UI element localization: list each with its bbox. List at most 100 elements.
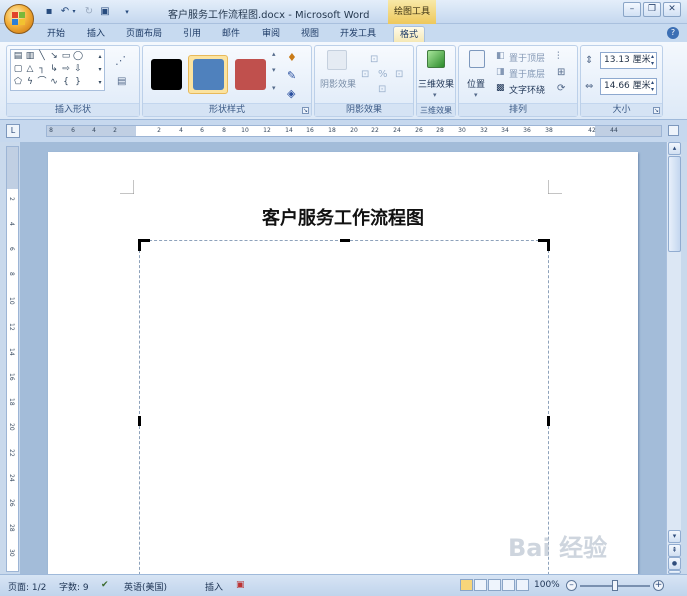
shadow-toggle-icon[interactable]: % — [378, 69, 388, 80]
brace-right-shape-icon[interactable]: } — [73, 78, 83, 87]
previous-page-icon[interactable]: ⇞ — [668, 544, 681, 557]
nudge-up-icon[interactable]: ⊡ — [370, 54, 378, 65]
position-button[interactable]: 位置 — [467, 77, 485, 90]
bring-to-front-icon[interactable]: ◧ — [496, 51, 505, 61]
tab-home[interactable]: 开始 — [47, 26, 65, 42]
send-to-back-button[interactable]: 置于底层 — [509, 67, 545, 80]
view-ruler-icon[interactable] — [668, 125, 679, 136]
width-input[interactable]: 14.66 厘米 ▴ ▾ — [600, 78, 657, 95]
tab-view[interactable]: 视图 — [301, 26, 319, 42]
3d-dropdown-icon[interactable]: ▾ — [433, 91, 437, 99]
drawing-canvas[interactable] — [138, 239, 550, 574]
horizontal-ruler[interactable]: 8 6 4 2 2 4 6 8 10 12 14 16 18 20 22 24 … — [46, 125, 662, 137]
shape-styles-launcher-icon[interactable]: ↘ — [302, 107, 309, 114]
style-gallery-down-icon[interactable]: ▾ — [272, 66, 276, 74]
shadow-effects-button[interactable]: 阴影效果 — [320, 77, 356, 90]
status-insert-mode[interactable]: 插入 — [205, 580, 223, 593]
save-icon[interactable]: ▪ — [42, 5, 56, 19]
style-swatch-black[interactable] — [151, 59, 182, 90]
status-page[interactable]: 页面: 1/2 — [8, 580, 46, 593]
text-wrapping-button[interactable]: 文字环绕 — [509, 83, 545, 96]
macro-record-icon[interactable]: ▣ — [236, 580, 245, 590]
zoom-slider-thumb[interactable] — [612, 580, 618, 591]
style-gallery-more-icon[interactable]: ▾ — [272, 84, 276, 92]
curve-shape-icon[interactable]: ⌒ — [37, 78, 47, 87]
zoom-out-icon[interactable]: – — [566, 580, 577, 591]
outline-view-icon[interactable] — [502, 579, 515, 591]
redo-icon[interactable]: ↻ — [82, 5, 96, 19]
undo-dropdown-icon[interactable]: ▾ — [70, 5, 78, 19]
gallery-more-icon[interactable]: ▾ — [95, 78, 105, 87]
style-swatch-red[interactable] — [235, 59, 266, 90]
fill-color-icon[interactable]: ♦ — [287, 51, 297, 64]
canvas-handle-right[interactable] — [547, 416, 550, 426]
nudge-down-icon[interactable]: ⊡ — [378, 84, 386, 95]
status-language[interactable]: 英语(美国) — [124, 580, 167, 593]
canvas-handle-left[interactable] — [138, 416, 141, 426]
document-heading[interactable]: 客户服务工作流程图 — [48, 204, 638, 230]
elbow-arrow-shape-icon[interactable]: ↳ — [49, 65, 59, 74]
pentagon-shape-icon[interactable]: ⬠ — [13, 78, 23, 87]
scroll-down-icon[interactable]: ▾ — [668, 530, 681, 543]
style-gallery-up-icon[interactable]: ▴ — [272, 50, 276, 58]
canvas-handle-top-left-v[interactable] — [138, 239, 141, 251]
text-wrapping-icon[interactable]: ▩ — [496, 83, 505, 93]
browse-object-icon[interactable]: ● — [668, 557, 681, 570]
brace-left-shape-icon[interactable]: { — [61, 78, 71, 87]
full-screen-view-icon[interactable] — [474, 579, 487, 591]
elbow-connector-shape-icon[interactable]: ┐ — [37, 65, 47, 74]
lightning-shape-icon[interactable]: ϟ — [25, 78, 35, 87]
bring-to-front-button[interactable]: 置于顶层 — [509, 51, 545, 64]
help-icon[interactable]: ? — [667, 27, 679, 39]
3d-effects-icon[interactable] — [427, 50, 445, 68]
canvas-handle-top-right-v[interactable] — [547, 239, 550, 251]
align-icon[interactable]: ⫶ — [557, 51, 560, 62]
send-to-back-icon[interactable]: ◨ — [496, 67, 505, 77]
rotate-icon[interactable]: ⟳ — [557, 83, 565, 94]
tab-references[interactable]: 引用 — [183, 26, 201, 42]
office-button[interactable] — [4, 4, 34, 34]
zoom-in-icon[interactable]: + — [653, 580, 664, 591]
arrow-line-shape-icon[interactable]: ↘ — [49, 52, 59, 61]
close-button[interactable]: ✕ — [663, 2, 681, 17]
minimize-button[interactable]: – — [623, 2, 641, 17]
scroll-thumb[interactable] — [668, 156, 681, 252]
proofing-icon[interactable]: ✔ — [101, 580, 109, 590]
zoom-level[interactable]: 100% — [534, 580, 560, 590]
tab-insert[interactable]: 插入 — [87, 26, 105, 42]
shadow-effects-icon[interactable] — [327, 50, 347, 70]
print-layout-view-icon[interactable] — [460, 579, 473, 591]
right-arrow-shape-icon[interactable]: ⇨ — [61, 65, 71, 74]
draft-view-icon[interactable] — [516, 579, 529, 591]
edit-shape-icon[interactable]: ⋰ — [115, 54, 126, 67]
height-spinner-icon[interactable]: ▴ ▾ — [651, 53, 654, 67]
vertical-ruler[interactable]: 2 4 6 8 10 12 14 16 18 20 22 24 26 28 30 — [6, 146, 19, 572]
customize-toolbar-icon[interactable]: ▾ — [120, 5, 134, 19]
gallery-down-icon[interactable]: ▾ — [95, 65, 105, 74]
scroll-up-icon[interactable]: ▴ — [668, 142, 681, 155]
tab-selector-icon[interactable]: L — [6, 124, 20, 138]
textbox-shape-icon[interactable]: ▤ — [13, 52, 23, 61]
3d-effects-button[interactable]: 三维效果 — [418, 77, 454, 90]
group-objects-icon[interactable]: ⊞ — [557, 67, 565, 78]
print-preview-icon[interactable]: ▣ — [98, 5, 112, 19]
canvas-handle-top[interactable] — [340, 239, 350, 242]
oval-shape-icon[interactable]: ◯ — [73, 52, 83, 61]
tab-page-layout[interactable]: 页面布局 — [126, 26, 162, 42]
height-input[interactable]: 13.13 厘米 ▴ ▾ — [600, 52, 657, 69]
vertical-scrollbar[interactable]: ▴ ▾ ⇞ ● — [666, 142, 681, 574]
nudge-left-icon[interactable]: ⊡ — [361, 69, 369, 80]
tab-developer[interactable]: 开发工具 — [340, 26, 376, 42]
change-shape-icon[interactable]: ◈ — [287, 87, 295, 100]
document-page[interactable]: 客户服务工作流程图 — [48, 152, 638, 574]
rectangle-shape-icon[interactable]: ▭ — [61, 52, 71, 61]
rounded-rect-shape-icon[interactable]: ▢ — [13, 65, 23, 74]
size-launcher-icon[interactable]: ↘ — [653, 107, 660, 114]
position-dropdown-icon[interactable]: ▾ — [474, 91, 478, 99]
web-layout-view-icon[interactable] — [488, 579, 501, 591]
width-spinner-icon[interactable]: ▴ ▾ — [651, 79, 654, 93]
nudge-right-icon[interactable]: ⊡ — [395, 69, 403, 80]
down-arrow-shape-icon[interactable]: ⇩ — [73, 65, 83, 74]
line-shape-icon[interactable]: ╲ — [37, 52, 47, 61]
vertical-textbox-shape-icon[interactable]: ▥ — [25, 52, 35, 61]
